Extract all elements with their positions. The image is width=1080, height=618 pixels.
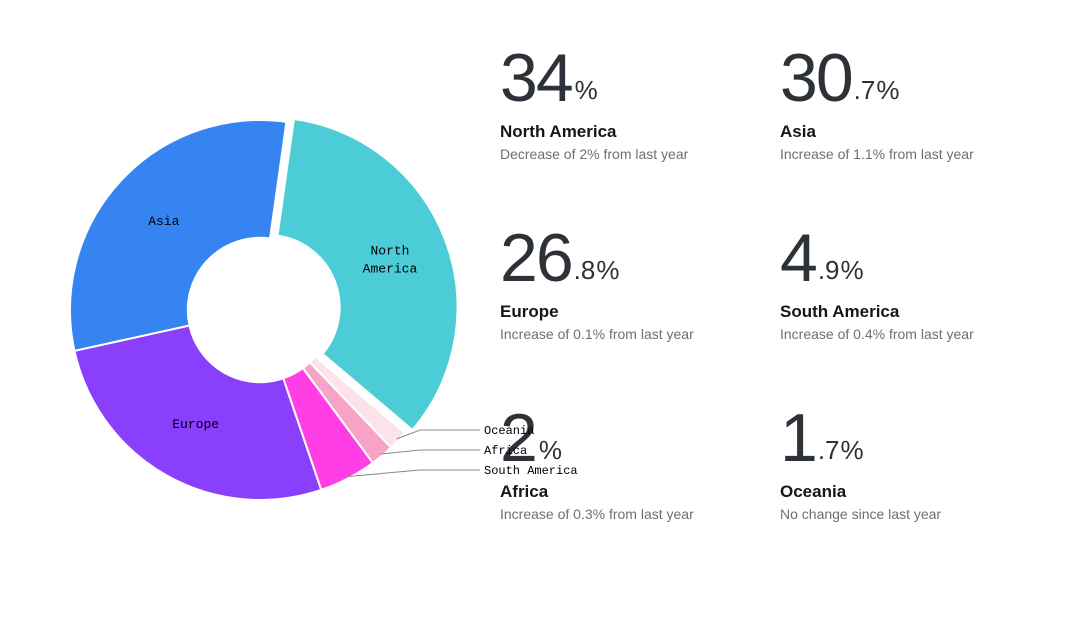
percent-icon: % [596,257,619,283]
stat-value-dec: .8 [574,257,596,283]
stat-oceania: 1 .7 % Oceania No change since last year [780,404,1040,584]
stat-value-int: 2 [500,404,536,472]
slice-label-europe: Europe [172,417,219,432]
percent-icon: % [539,437,562,463]
stat-sub: No change since last year [780,506,1040,522]
stats-panel: 34 % North America Decrease of 2% from l… [460,0,1080,618]
outer-label-south-america: South America [484,464,578,478]
stat-sub: Increase of 0.1% from last year [500,326,780,342]
stat-label: Oceania [780,482,1040,502]
stat-africa: 2 % Africa Increase of 0.3% from last ye… [500,404,780,584]
stat-value-int: 4 [780,224,816,292]
stat-label: Europe [500,302,780,322]
stat-value-int: 30 [780,44,852,112]
stat-south-america: 4 .9 % South America Increase of 0.4% fr… [780,224,1040,404]
outer-label-oceania: Oceania [484,424,534,438]
stat-north-america: 34 % North America Decrease of 2% from l… [500,44,780,224]
stat-value-dec: .7 [854,77,876,103]
percent-icon: % [841,257,864,283]
percent-icon: % [575,77,598,103]
stat-asia: 30 .7 % Asia Increase of 1.1% from last … [780,44,1040,224]
stat-europe: 26 .8 % Europe Increase of 0.1% from las… [500,224,780,404]
donut-chart: NorthAmericaEuropeAsiaOceaniaAfricaSouth… [60,110,460,510]
stat-value-dec: .9 [818,257,840,283]
slice-asia [70,120,286,351]
stat-label: South America [780,302,1040,322]
stat-sub: Decrease of 2% from last year [500,146,780,162]
slice-label-asia: Asia [148,214,179,229]
slice-label-north-america: North [370,243,409,258]
stat-sub: Increase of 0.3% from last year [500,506,780,522]
stat-sub: Increase of 1.1% from last year [780,146,1040,162]
slice-label-north-america-2: America [363,261,418,276]
stat-value-int: 1 [780,404,816,472]
stat-value-dec: .7 [818,437,840,463]
percent-icon: % [841,437,864,463]
stat-label: Africa [500,482,780,502]
stat-label: North America [500,122,780,142]
stat-label: Asia [780,122,1040,142]
outer-label-africa: Africa [484,444,527,458]
chart-panel: NorthAmericaEuropeAsiaOceaniaAfricaSouth… [0,0,460,618]
stat-value-int: 34 [500,44,572,112]
percent-icon: % [876,77,899,103]
slice-europe [74,326,321,500]
stat-value-int: 26 [500,224,572,292]
stat-sub: Increase of 0.4% from last year [780,326,1040,342]
